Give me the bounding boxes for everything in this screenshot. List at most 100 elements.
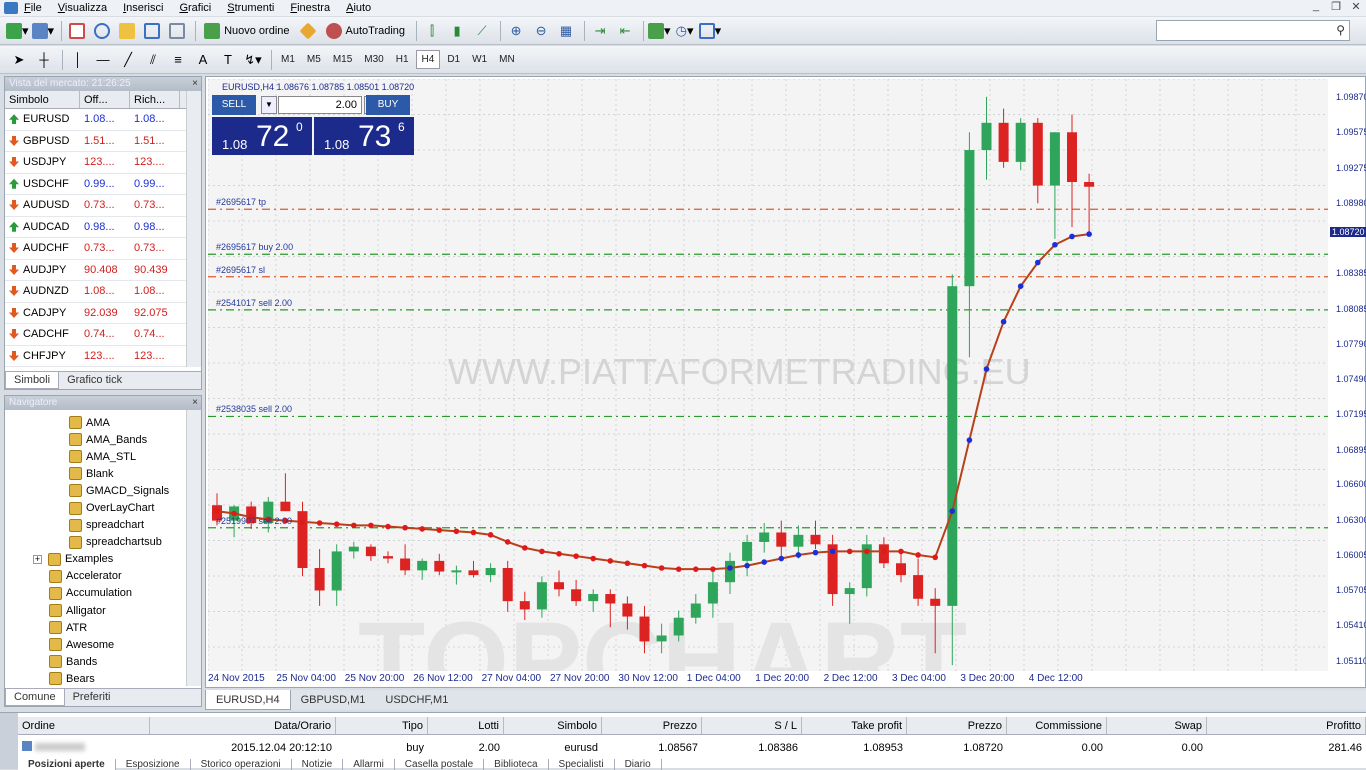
tf-m5[interactable]: M5	[302, 51, 326, 68]
table-row[interactable]: 2015.12.04 20:12:10 buy 2.00 eurusd 1.08…	[18, 739, 1366, 757]
sell-price[interactable]: 1.08 72 0	[212, 117, 312, 155]
list-item[interactable]: AUDNZD 1.08... 1.08...	[5, 281, 201, 303]
list-item[interactable]: AUDUSD 0.73... 0.73...	[5, 195, 201, 217]
buy-price[interactable]: 1.08 73 6	[314, 117, 414, 155]
col-current-price[interactable]: Prezzo	[907, 717, 1007, 734]
tree-item[interactable]: ATR	[5, 619, 201, 636]
buy-button[interactable]: BUY	[366, 95, 410, 115]
tree-item[interactable]: Accumulation	[5, 585, 201, 602]
terminal-tab[interactable]: Esposizione	[116, 759, 191, 770]
terminal-button[interactable]	[141, 20, 163, 42]
list-item[interactable]: CADCHF 0.74... 0.74...	[5, 324, 201, 346]
col-ask[interactable]: Rich...	[130, 91, 180, 108]
vline-tool[interactable]: │	[67, 49, 89, 71]
market-watch-button[interactable]	[66, 20, 88, 42]
terminal-tab[interactable]: Allarmi	[343, 759, 395, 770]
list-item[interactable]: USDJPY 123.... 123....	[5, 152, 201, 174]
col-commission[interactable]: Commissione	[1007, 717, 1107, 734]
close-icon[interactable]: ×	[192, 396, 198, 410]
col-type[interactable]: Tipo	[336, 717, 428, 734]
order-line-label[interactable]: #2519907 sell 2.00	[216, 516, 292, 526]
order-line-label[interactable]: #2695617 tp	[216, 197, 266, 207]
chart-window[interactable]: WWW.PIATTAFORMETRADING.EU TOPCHART EURUSD…	[205, 76, 1366, 688]
tab-symbols[interactable]: Simboli	[5, 372, 60, 389]
tab-common[interactable]: Comune	[5, 689, 65, 706]
tree-item[interactable]: Bands	[5, 653, 201, 670]
templates-button[interactable]: ▾	[698, 20, 721, 42]
tab-tick-chart[interactable]: Grafico tick	[59, 372, 130, 389]
col-symbol[interactable]: Simbolo	[504, 717, 602, 734]
tab-favorites[interactable]: Preferiti	[65, 689, 119, 706]
menu-help[interactable]: Aiuto	[346, 2, 371, 14]
list-item[interactable]: AUDCHF 0.73... 0.73...	[5, 238, 201, 260]
list-item[interactable]: AUDJPY 90.408 90.439	[5, 260, 201, 281]
metaeditor-button[interactable]	[297, 20, 319, 42]
tf-h1[interactable]: H1	[391, 51, 414, 68]
list-item[interactable]: GBPUSD 1.51... 1.51...	[5, 131, 201, 152]
tf-d1[interactable]: D1	[442, 51, 465, 68]
tree-item[interactable]: AMA	[5, 414, 201, 431]
col-order[interactable]: Ordine	[18, 717, 150, 734]
fibo-tool[interactable]: ≡	[167, 49, 189, 71]
terminal-tab[interactable]: Casella postale	[395, 759, 485, 770]
cursor-tool[interactable]: ➤	[8, 49, 30, 71]
tile-windows-button[interactable]: ▦	[555, 20, 577, 42]
zoom-out-button[interactable]: ⊖	[530, 20, 552, 42]
bar-chart-button[interactable]: ⫿	[421, 20, 443, 42]
periods-button[interactable]: ◷ ▾	[674, 20, 696, 42]
profiles-button[interactable]: ▾	[31, 20, 54, 42]
navigator-button[interactable]	[116, 20, 138, 42]
col-lots[interactable]: Lotti	[428, 717, 504, 734]
menu-tools[interactable]: Strumenti	[227, 2, 274, 14]
tree-item[interactable]: + Examples	[5, 551, 201, 568]
menu-view[interactable]: Visualizza	[58, 2, 107, 14]
text-tool[interactable]: A	[192, 49, 214, 71]
new-order-button[interactable]: Nuovo ordine	[200, 20, 293, 42]
minimize-icon[interactable]: _	[1310, 0, 1322, 14]
candle-chart-button[interactable]: ▮	[446, 20, 468, 42]
search-input[interactable]: ⚲	[1156, 20, 1350, 41]
order-line-label[interactable]: #2695617 buy 2.00	[216, 242, 293, 252]
volume-dropdown[interactable]: ▼	[261, 96, 277, 114]
terminal-tab[interactable]: Storico operazioni	[191, 759, 292, 770]
order-line-label[interactable]: #2538035 sell 2.00	[216, 404, 292, 414]
zoom-in-button[interactable]: ⊕	[505, 20, 527, 42]
data-window-button[interactable]	[91, 20, 113, 42]
chart-tab-eurusd[interactable]: EURUSD,H4	[205, 690, 291, 710]
list-item[interactable]: EURUSD 1.08... 1.08...	[5, 109, 201, 131]
tree-item[interactable]: Bears	[5, 670, 201, 687]
tf-w1[interactable]: W1	[467, 51, 492, 68]
col-sl[interactable]: S / L	[702, 717, 802, 734]
tf-m30[interactable]: M30	[359, 51, 388, 68]
tree-item[interactable]: spreadchart	[5, 517, 201, 534]
col-symbol[interactable]: Simbolo	[5, 91, 80, 108]
chart-area[interactable]: WWW.PIATTAFORMETRADING.EU TOPCHART EURUSD…	[208, 79, 1328, 671]
terminal-tab[interactable]: Notizie	[292, 759, 344, 770]
channel-tool[interactable]: ⫽	[142, 49, 164, 71]
list-item[interactable]: CHFJPY 123.... 123....	[5, 346, 201, 367]
volume-input[interactable]: 2.00	[278, 96, 362, 114]
autoscroll-button[interactable]: ⇥	[589, 20, 611, 42]
hline-tool[interactable]: —	[92, 49, 114, 71]
menu-charts[interactable]: Grafici	[179, 2, 211, 14]
col-bid[interactable]: Off...	[80, 91, 130, 108]
strategy-tester-button[interactable]	[166, 20, 188, 42]
price-chart[interactable]: WWW.PIATTAFORMETRADING.EUTOPCHART	[208, 79, 1328, 671]
tree-item[interactable]: spreadchartsub	[5, 534, 201, 551]
terminal-tab[interactable]: Diario	[615, 759, 662, 770]
label-tool[interactable]: T	[217, 49, 239, 71]
chart-tab-usdchf[interactable]: USDCHF,M1	[375, 690, 458, 710]
trendline-tool[interactable]: ╱	[117, 49, 139, 71]
tree-item[interactable]: Accelerator	[5, 568, 201, 585]
indicators-button[interactable]: ▾	[648, 20, 671, 42]
col-swap[interactable]: Swap	[1107, 717, 1207, 734]
tree-item[interactable]: Alligator	[5, 602, 201, 619]
order-line-label[interactable]: #2541017 sell 2.00	[216, 298, 292, 308]
order-line-label[interactable]: #2695617 sl	[216, 265, 265, 275]
tree-item[interactable]: AMA_Bands	[5, 431, 201, 448]
tree-item[interactable]: OverLayChart	[5, 499, 201, 516]
col-profit[interactable]: Profitto	[1207, 717, 1366, 734]
list-item[interactable]: CADJPY 92.039 92.075	[5, 303, 201, 324]
close-icon[interactable]: ✕	[1350, 0, 1362, 14]
terminal-tab[interactable]: Biblioteca	[484, 759, 549, 770]
